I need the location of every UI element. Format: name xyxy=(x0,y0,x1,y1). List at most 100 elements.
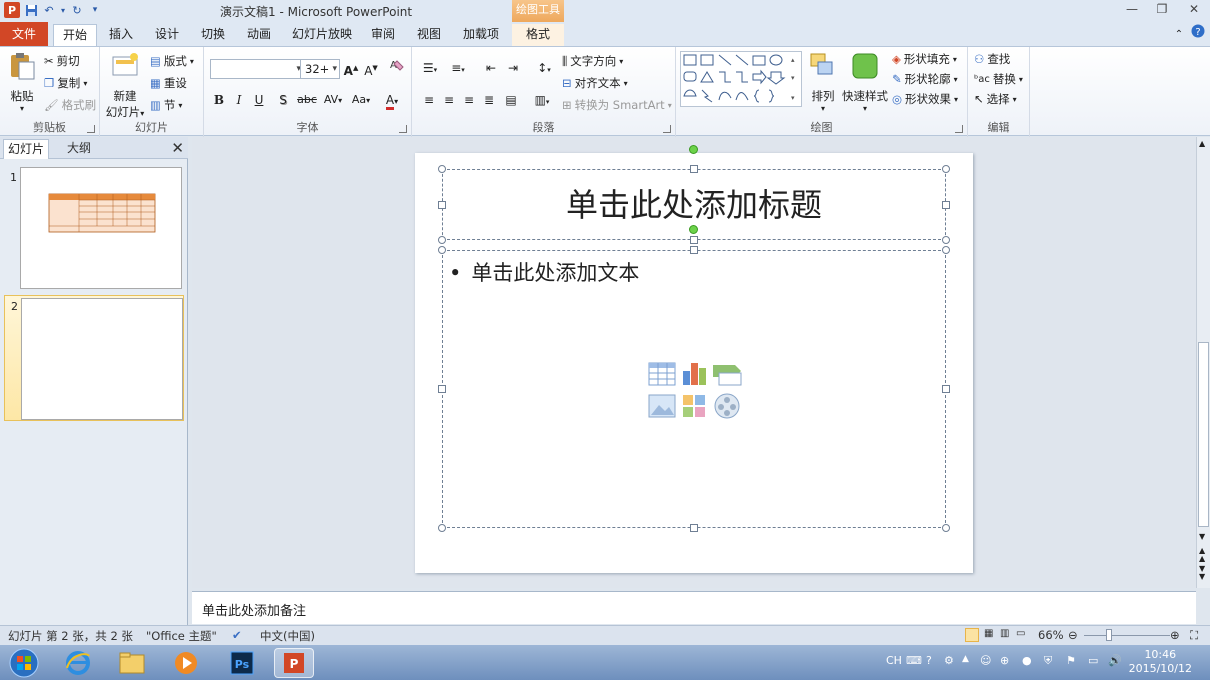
font-color-button[interactable]: A▾ xyxy=(380,91,404,110)
slide-thumbnail-2[interactable]: 2 xyxy=(4,295,184,421)
scroll-down-icon[interactable]: ▼ xyxy=(1199,532,1205,541)
tab-outline[interactable]: 大纲 xyxy=(55,139,103,159)
resize-handle[interactable] xyxy=(438,385,446,393)
close-panel-icon[interactable]: ✕ xyxy=(171,139,184,157)
paragraph-launcher-icon[interactable] xyxy=(663,125,671,133)
network-tray-icon[interactable]: ▭ xyxy=(1088,654,1098,667)
font-launcher-icon[interactable] xyxy=(399,125,407,133)
resize-handle[interactable] xyxy=(438,524,446,532)
resize-handle[interactable] xyxy=(942,246,950,254)
system-clock[interactable]: 10:46 2015/10/12 xyxy=(1129,648,1192,676)
start-button[interactable] xyxy=(4,648,44,678)
explorer-taskbar-icon[interactable] xyxy=(112,648,152,678)
resize-handle[interactable] xyxy=(438,236,446,244)
plus-tray-icon[interactable]: ⊕ xyxy=(1000,654,1009,667)
format-painter-button[interactable]: 🖌 格式刷 xyxy=(44,97,96,113)
grow-font-icon[interactable]: A▲ xyxy=(342,59,360,78)
tab-review[interactable]: 审阅 xyxy=(366,24,400,46)
content-placeholder[interactable]: • 单击此处添加文本 xyxy=(442,250,946,528)
clear-formatting-icon[interactable]: A xyxy=(388,57,406,75)
tab-slideshow[interactable]: 幻灯片放映 xyxy=(290,24,354,46)
minimize-button[interactable]: — xyxy=(1120,2,1144,18)
language-indicator[interactable]: 中文(中国) xyxy=(260,628,315,644)
save-icon[interactable] xyxy=(24,3,38,17)
powerpoint-taskbar-icon[interactable]: P xyxy=(274,648,314,678)
paste-button[interactable]: 粘贴 ▾ xyxy=(4,51,40,113)
photoshop-taskbar-icon[interactable]: Ps xyxy=(222,648,262,678)
drawing-launcher-icon[interactable] xyxy=(955,125,963,133)
zoom-in-icon[interactable]: ⊕ xyxy=(1170,628,1180,642)
resize-handle[interactable] xyxy=(690,165,698,173)
justify-icon[interactable]: ≣ xyxy=(480,91,498,109)
zoom-level[interactable]: 66% xyxy=(1038,628,1064,642)
resize-handle[interactable] xyxy=(942,165,950,173)
close-window-button[interactable]: ✕ xyxy=(1182,2,1206,18)
new-slide-button[interactable]: 新建 幻灯片▾ xyxy=(104,51,146,120)
resize-handle[interactable] xyxy=(438,201,446,209)
arrange-button[interactable]: 排列 ▾ xyxy=(808,51,838,113)
tab-insert[interactable]: 插入 xyxy=(105,24,137,46)
quick-styles-button[interactable]: 快速样式 ▾ xyxy=(842,51,888,113)
next-slide-icon[interactable]: ▼ ▼ xyxy=(1199,565,1205,581)
ie-taskbar-icon[interactable] xyxy=(58,648,98,678)
paste-dropdown-icon[interactable]: ▾ xyxy=(4,104,40,113)
insert-smartart-icon[interactable] xyxy=(713,365,742,386)
resize-handle[interactable] xyxy=(690,236,698,244)
slideshow-view-icon[interactable]: ▭ xyxy=(1016,628,1025,639)
zoom-slider-thumb[interactable] xyxy=(1106,629,1112,641)
settings-tray-icon[interactable]: ⚙ xyxy=(944,654,954,667)
resize-handle[interactable] xyxy=(942,201,950,209)
reset-button[interactable]: ▦ 重设 xyxy=(150,75,187,91)
show-hidden-icons-icon[interactable]: ▲ xyxy=(962,654,969,664)
normal-view-icon[interactable] xyxy=(965,628,979,642)
tab-format[interactable]: 格式 xyxy=(512,24,564,46)
tab-file[interactable]: 文件 xyxy=(0,22,48,46)
distributed-icon[interactable]: ▤ xyxy=(502,91,520,109)
minimize-ribbon-icon[interactable]: ⌃ xyxy=(1172,24,1186,46)
bold-button[interactable]: B xyxy=(210,91,228,109)
tab-slides[interactable]: 幻灯片 xyxy=(3,139,49,159)
align-center-icon[interactable]: ≡ xyxy=(440,91,458,109)
spellcheck-icon[interactable]: ✔ xyxy=(232,628,242,642)
zoom-out-icon[interactable]: ⊖ xyxy=(1068,628,1078,642)
undo-icon[interactable]: ↶ xyxy=(42,3,56,17)
slide-sorter-icon[interactable]: ▦ xyxy=(984,628,993,639)
insert-picture-icon[interactable] xyxy=(648,394,676,418)
fit-to-window-icon[interactable]: ⛶ xyxy=(1190,628,1198,643)
bullets-icon[interactable]: ☰▾ xyxy=(418,59,442,77)
notes-placeholder[interactable]: 单击此处添加备注 xyxy=(202,600,306,619)
help-tray-icon[interactable]: ? xyxy=(926,654,932,667)
resize-handle[interactable] xyxy=(438,246,446,254)
zoom-slider[interactable] xyxy=(1084,635,1170,636)
content-placeholder-text[interactable]: • 单击此处添加文本 xyxy=(449,257,639,287)
insert-clipart-icon[interactable] xyxy=(683,395,705,417)
increase-indent-icon[interactable]: ⇥ xyxy=(504,59,522,77)
character-spacing-button[interactable]: AV▾ xyxy=(320,91,346,109)
powerpoint-app-icon[interactable]: P xyxy=(4,2,20,18)
replace-button[interactable]: ᵇac 替换 ▾ xyxy=(974,71,1023,87)
strikethrough-button[interactable]: abc xyxy=(296,91,318,109)
shrink-font-icon[interactable]: A▼ xyxy=(362,59,380,78)
media-player-taskbar-icon[interactable] xyxy=(166,648,206,678)
numbering-icon[interactable]: ≡▾ xyxy=(446,59,470,77)
resize-handle[interactable] xyxy=(942,524,950,532)
vertical-scrollbar[interactable]: ▲ ▼ ▲ ▲ ▼ ▼ xyxy=(1196,137,1210,588)
shape-effects-button[interactable]: ◎ 形状效果 ▾ xyxy=(892,91,958,107)
tab-design[interactable]: 设计 xyxy=(150,24,184,46)
notes-pane[interactable]: 单击此处添加备注 xyxy=(192,591,1196,624)
help-icon[interactable]: ? xyxy=(1190,24,1206,46)
scroll-thumb[interactable] xyxy=(1198,342,1209,527)
resize-handle[interactable] xyxy=(942,236,950,244)
resize-handle[interactable] xyxy=(690,246,698,254)
shapes-gallery[interactable]: ▴ ▾ ▾ xyxy=(680,51,802,107)
resize-handle[interactable] xyxy=(438,165,446,173)
insert-table-icon[interactable] xyxy=(648,362,676,386)
cut-button[interactable]: ✂ 剪切 xyxy=(44,53,80,69)
clipboard-launcher-icon[interactable] xyxy=(87,125,95,133)
scroll-up-icon[interactable]: ▲ xyxy=(1199,139,1205,148)
reading-view-icon[interactable]: ▥ xyxy=(1000,628,1009,639)
rotation-handle-content[interactable] xyxy=(689,225,698,234)
redo-icon[interactable]: ↻ xyxy=(70,3,84,17)
shield-tray-icon[interactable]: ⛨ xyxy=(1044,654,1052,668)
keyboard-icon[interactable]: ⌨ xyxy=(906,654,922,667)
